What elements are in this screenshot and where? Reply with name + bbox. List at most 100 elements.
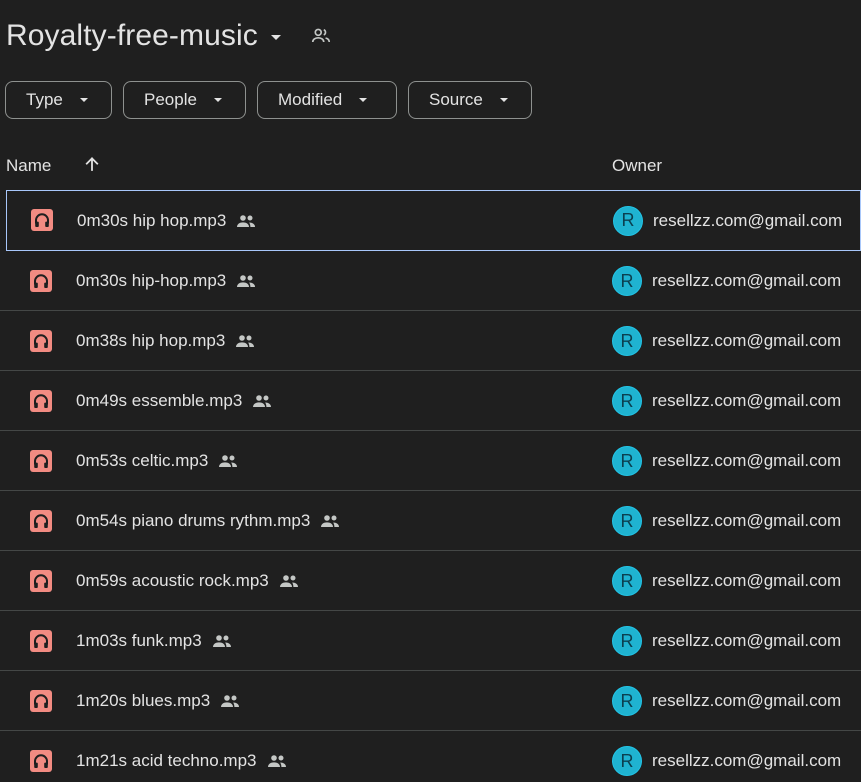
file-name-cell: 1m21s acid techno.mp3 bbox=[76, 731, 287, 782]
file-table-header: Name Owner bbox=[0, 146, 861, 186]
headphones-audio-file-icon bbox=[31, 209, 53, 231]
file-name: 0m59s acoustic rock.mp3 bbox=[76, 571, 269, 590]
file-name-cell: 0m38s hip hop.mp3 bbox=[76, 311, 255, 371]
file-name-cell: 0m59s acoustic rock.mp3 bbox=[76, 551, 299, 611]
owner-cell: R resellzz.com@gmail.com bbox=[612, 251, 841, 311]
owner-cell: R resellzz.com@gmail.com bbox=[612, 611, 841, 671]
file-name-cell: 0m53s celtic.mp3 bbox=[76, 431, 238, 491]
owner-avatar[interactable]: R bbox=[613, 205, 643, 236]
file-row[interactable]: 0m30s hip hop.mp3 R resellzz.com@gmail.c… bbox=[6, 190, 861, 251]
filter-people-chip[interactable]: People bbox=[123, 81, 246, 119]
people-icon bbox=[235, 331, 255, 351]
people-icon bbox=[220, 691, 240, 711]
file-name: 1m03s funk.mp3 bbox=[76, 631, 202, 650]
owner-avatar[interactable]: R bbox=[612, 386, 642, 416]
owner-cell: R resellzz.com@gmail.com bbox=[612, 371, 841, 431]
file-row[interactable]: 1m21s acid techno.mp3 R resellzz.com@gma… bbox=[0, 731, 861, 782]
chevron-down-icon bbox=[79, 98, 88, 102]
chevron-down-icon bbox=[359, 98, 368, 102]
people-icon bbox=[218, 451, 238, 471]
owner-avatar[interactable]: R bbox=[612, 266, 642, 296]
owner-email: resellzz.com@gmail.com bbox=[652, 691, 842, 710]
owner-email: resellzz.com@gmail.com bbox=[652, 751, 842, 770]
people-icon bbox=[267, 751, 287, 771]
owner-email: resellzz.com@gmail.com bbox=[652, 391, 842, 410]
headphones-audio-file-icon bbox=[30, 510, 52, 532]
headphones-audio-file-icon bbox=[30, 450, 52, 472]
file-name-cell: 0m54s piano drums rythm.mp3 bbox=[76, 491, 340, 551]
headphones-audio-file-icon bbox=[30, 330, 52, 352]
owner-cell: R resellzz.com@gmail.com bbox=[612, 671, 841, 731]
file-name: 1m21s acid techno.mp3 bbox=[76, 751, 257, 770]
file-name-cell: 0m30s hip-hop.mp3 bbox=[76, 251, 256, 311]
owner-avatar[interactable]: R bbox=[612, 626, 642, 656]
file-list: 0m30s hip hop.mp3 R resellzz.com@gmail.c… bbox=[0, 190, 861, 782]
people-icon bbox=[279, 571, 299, 591]
owner-avatar[interactable]: R bbox=[612, 686, 642, 716]
owner-avatar[interactable]: R bbox=[612, 746, 642, 776]
file-name: 0m30s hip-hop.mp3 bbox=[76, 271, 227, 290]
filter-source-label: Source bbox=[429, 90, 483, 109]
filter-modified-chip[interactable]: Modified bbox=[257, 81, 397, 119]
owner-email: resellzz.com@gmail.com bbox=[652, 271, 842, 290]
file-name-cell: 0m30s hip hop.mp3 bbox=[77, 191, 256, 250]
file-name-cell: 1m20s blues.mp3 bbox=[76, 671, 240, 731]
file-row[interactable]: 0m59s acoustic rock.mp3 R resellzz.com@g… bbox=[0, 551, 861, 611]
owner-email: resellzz.com@gmail.com bbox=[652, 331, 842, 350]
owner-email: resellzz.com@gmail.com bbox=[652, 631, 842, 650]
people-icon bbox=[212, 631, 232, 651]
file-row[interactable]: 1m03s funk.mp3 R resellzz.com@gmail.com bbox=[0, 611, 861, 671]
file-row[interactable]: 0m49s essemble.mp3 R resellzz.com@gmail.… bbox=[0, 371, 861, 431]
folder-header: Royalty-free-music bbox=[6, 14, 333, 58]
owner-cell: R resellzz.com@gmail.com bbox=[612, 551, 841, 611]
people-outline-icon bbox=[309, 24, 333, 48]
filter-modified-label: Modified bbox=[278, 90, 343, 109]
filter-type-label: Type bbox=[26, 90, 63, 109]
headphones-audio-file-icon bbox=[30, 270, 52, 292]
owner-avatar[interactable]: R bbox=[612, 326, 642, 356]
file-row[interactable]: 1m20s blues.mp3 R resellzz.com@gmail.com bbox=[0, 671, 861, 731]
headphones-audio-file-icon bbox=[30, 630, 52, 652]
file-row[interactable]: 0m38s hip hop.mp3 R resellzz.com@gmail.c… bbox=[0, 311, 861, 371]
owner-cell: R resellzz.com@gmail.com bbox=[612, 431, 841, 491]
headphones-audio-file-icon bbox=[30, 570, 52, 592]
people-icon bbox=[252, 391, 272, 411]
folder-title[interactable]: Royalty-free-music bbox=[6, 19, 258, 53]
filter-chips: Type People Modified Source bbox=[5, 81, 543, 119]
headphones-audio-file-icon bbox=[30, 690, 52, 712]
people-icon bbox=[320, 511, 340, 531]
people-icon bbox=[236, 271, 256, 291]
headphones-audio-file-icon bbox=[30, 390, 52, 412]
owner-email: resellzz.com@gmail.com bbox=[652, 451, 842, 470]
file-row[interactable]: 0m30s hip-hop.mp3 R resellzz.com@gmail.c… bbox=[0, 251, 861, 311]
filter-type-chip[interactable]: Type bbox=[5, 81, 112, 119]
headphones-audio-file-icon bbox=[30, 750, 52, 772]
owner-cell: R resellzz.com@gmail.com bbox=[612, 491, 841, 551]
file-name-cell: 0m49s essemble.mp3 bbox=[76, 371, 272, 431]
arrow-up-icon[interactable] bbox=[82, 154, 102, 174]
drive-folder-view: Royalty-free-music Type People Modified … bbox=[0, 0, 861, 782]
file-row[interactable]: 0m54s piano drums rythm.mp3 R resellzz.c… bbox=[0, 491, 861, 551]
filter-source-chip[interactable]: Source bbox=[408, 81, 532, 119]
owner-avatar[interactable]: R bbox=[612, 566, 642, 596]
file-name: 0m54s piano drums rythm.mp3 bbox=[76, 511, 311, 530]
owner-email: resellzz.com@gmail.com bbox=[652, 571, 842, 590]
owner-email: resellzz.com@gmail.com bbox=[652, 511, 842, 530]
chevron-down-icon bbox=[213, 98, 222, 102]
owner-avatar[interactable]: R bbox=[612, 506, 642, 536]
folder-menu-caret-icon[interactable] bbox=[270, 35, 281, 40]
filter-people-label: People bbox=[144, 90, 197, 109]
file-name-cell: 1m03s funk.mp3 bbox=[76, 611, 232, 671]
people-icon bbox=[236, 211, 256, 231]
column-header-name[interactable]: Name bbox=[6, 156, 51, 176]
owner-avatar[interactable]: R bbox=[612, 446, 642, 476]
file-name: 0m30s hip hop.mp3 bbox=[77, 210, 227, 230]
file-name: 1m20s blues.mp3 bbox=[76, 691, 211, 710]
file-name: 0m49s essemble.mp3 bbox=[76, 391, 243, 410]
chevron-down-icon bbox=[499, 98, 508, 102]
owner-cell: R resellzz.com@gmail.com bbox=[612, 731, 841, 782]
file-name: 0m53s celtic.mp3 bbox=[76, 451, 209, 470]
column-header-owner[interactable]: Owner bbox=[612, 156, 662, 176]
file-row[interactable]: 0m53s celtic.mp3 R resellzz.com@gmail.co… bbox=[0, 431, 861, 491]
owner-cell: R resellzz.com@gmail.com bbox=[613, 191, 842, 250]
